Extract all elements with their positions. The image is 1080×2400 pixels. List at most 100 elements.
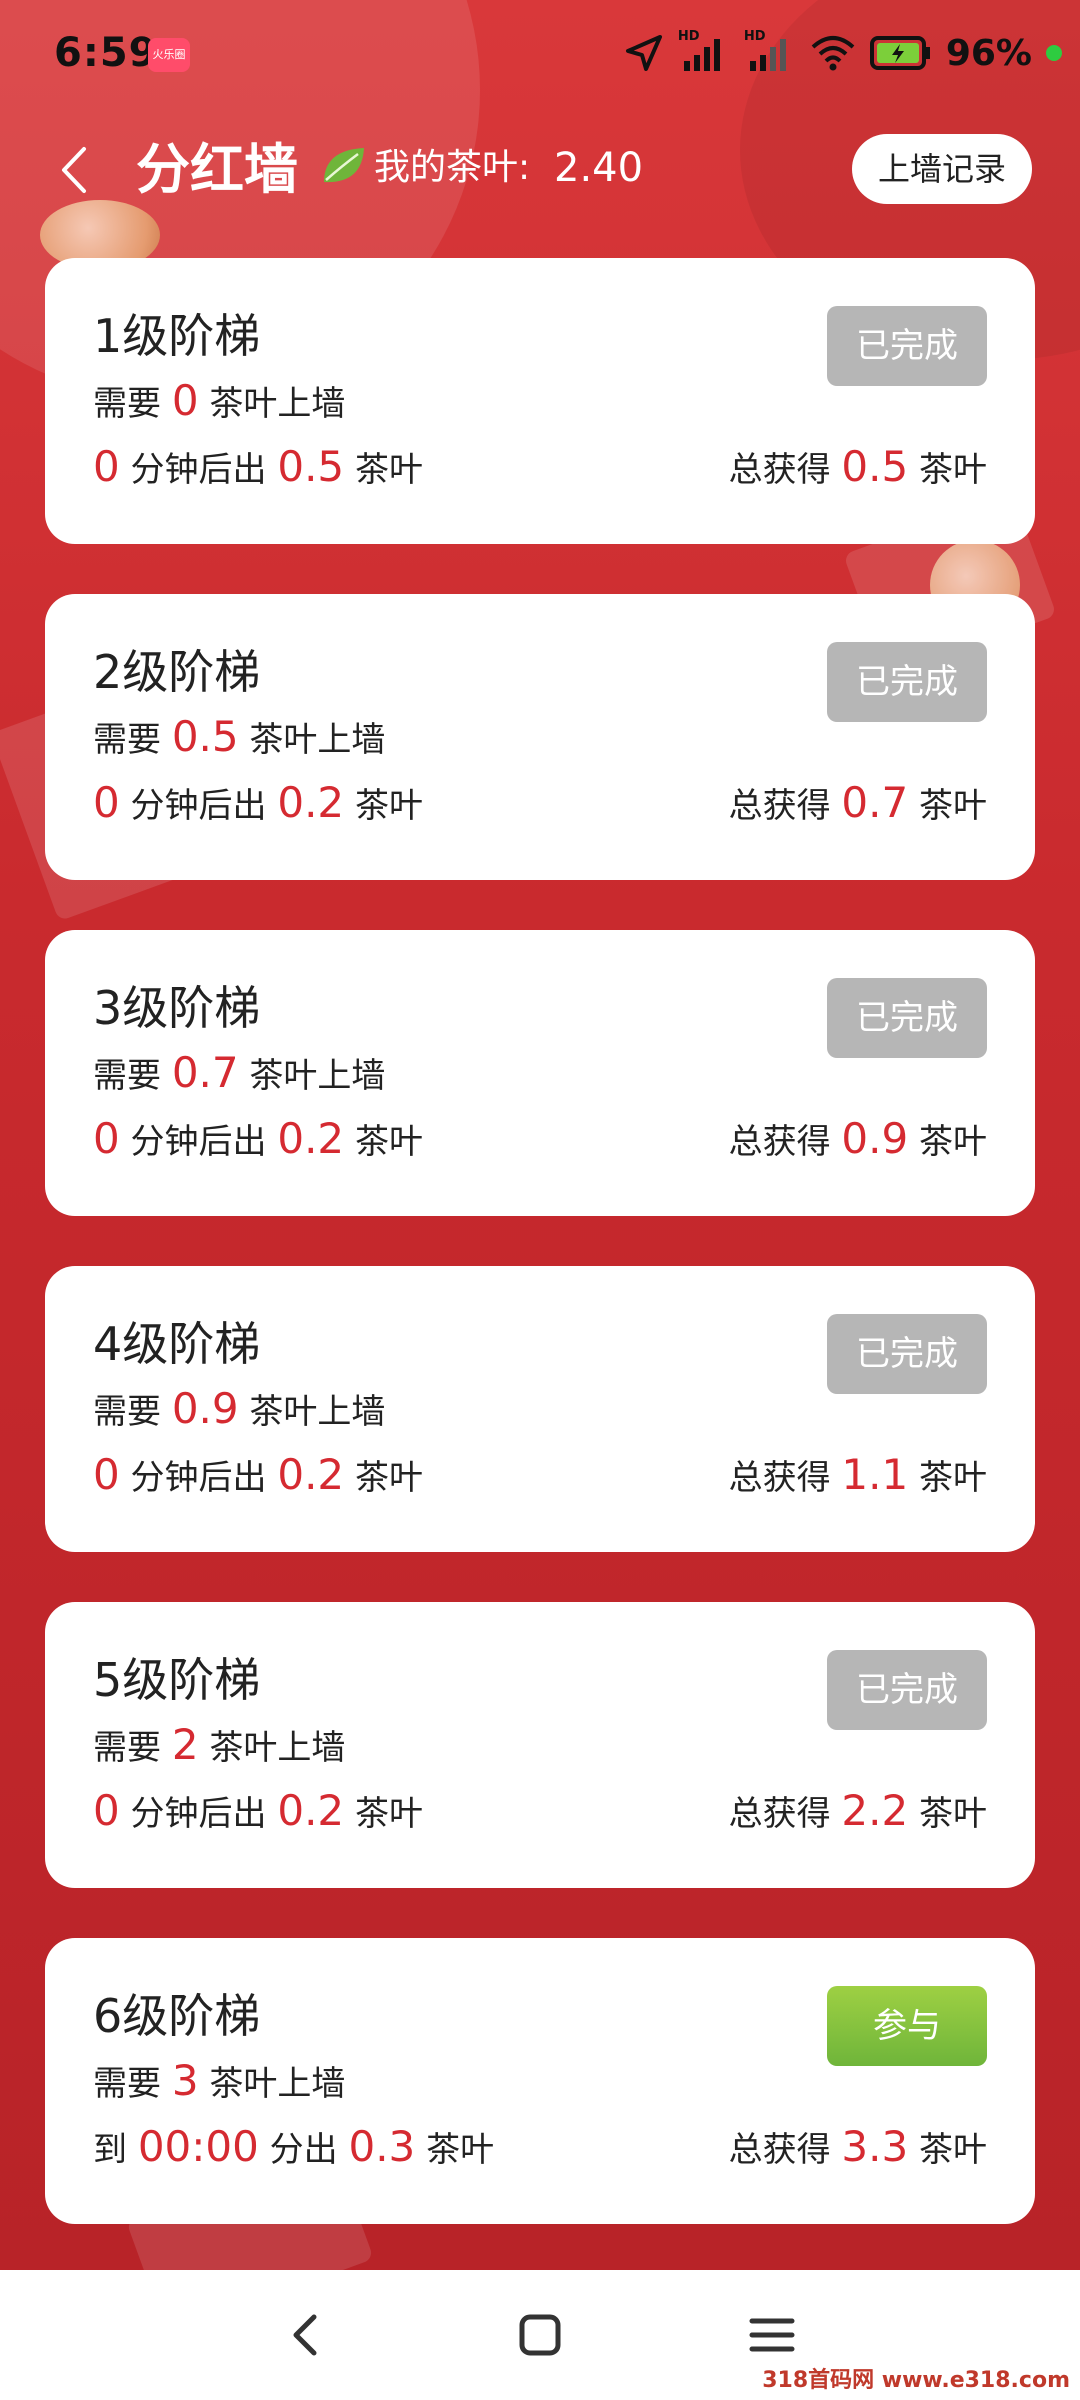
total-value: 0.9 [841,1114,909,1163]
completed-button: 已完成 [827,306,987,386]
watermark-text: 318首码网 www.e318.com [762,2368,1070,2393]
total-line: 总获得 1.1 茶叶 [729,1450,987,1503]
tier-title: 3级阶梯 [93,981,261,1035]
payout-amount: 0.2 [277,778,345,827]
total-value: 0.7 [841,778,909,827]
page-header: 分红墙 我的茶叶: 2.40 上墙记录 [0,120,1080,220]
total-value: 0.5 [841,442,909,491]
payout-mid: 分出 [269,2130,338,2170]
completed-button: 已完成 [827,1314,987,1394]
tier-title: 5级阶梯 [93,1653,261,1707]
requirement-prefix: 需要 [93,1392,161,1432]
total-line: 总获得 3.3 茶叶 [729,2122,987,2175]
completed-button: 已完成 [827,978,987,1058]
requirement-value: 0.5 [171,712,239,761]
tier-card: 5级阶梯 已完成 需要 2 茶叶上墙 0 分钟后出 0.2 茶叶 总获得 2.2 茶叶 [45,1602,1035,1888]
payout-line: 到 00:00 分出 0.3 茶叶 [93,2122,494,2175]
wall-record-button[interactable]: 上墙记录 [852,134,1032,204]
payout-line: 0 分钟后出 0.2 茶叶 [93,1450,423,1503]
requirement-suffix: 茶叶上墙 [249,1392,386,1432]
payout-suffix: 茶叶 [354,1794,423,1834]
total-prefix: 总获得 [728,1458,831,1498]
tier-title: 4级阶梯 [93,1317,261,1371]
status-icons: HD HD 96% [624,29,1062,76]
nav-back-icon[interactable] [266,2295,346,2375]
total-value: 2.2 [841,1786,909,1835]
payout-mid: 分钟后出 [130,1794,267,1834]
payout-line: 0 分钟后出 0.5 茶叶 [93,442,423,495]
status-time: 6:59 [54,30,158,76]
total-prefix: 总获得 [728,1794,831,1834]
payout-line: 0 分钟后出 0.2 茶叶 [93,1114,423,1167]
requirement-line: 需要 0 茶叶上墙 [93,376,345,429]
page-title: 分红墙 [136,138,298,201]
tier-title: 6级阶梯 [93,1989,261,2043]
total-prefix: 总获得 [728,1122,831,1162]
payout-prefix: 到 [93,2130,127,2170]
total-line: 总获得 0.5 茶叶 [729,442,987,495]
navigation-bar: 318首码网 www.e318.com [0,2270,1080,2400]
requirement-value: 0.9 [171,1384,239,1433]
requirement-suffix: 茶叶上墙 [249,720,386,760]
payout-suffix: 茶叶 [354,1122,423,1162]
nav-home-icon[interactable] [500,2295,580,2375]
tier-card: 2级阶梯 已完成需要 0.5 茶叶上墙 0 分钟后出 0.2 茶叶 总获得 0.7 茶… [45,594,1035,880]
tier-card: 4级阶梯 已完成需要 0.9 茶叶上墙 0 分钟后出 0.2 茶叶 总获得 1.1 茶… [45,1266,1035,1552]
total-suffix: 茶叶 [919,1794,987,1834]
requirement-line: 需要 0.9 茶叶上墙 [93,1384,385,1437]
payout-suffix: 茶叶 [426,2130,495,2170]
total-suffix: 茶叶 [919,786,987,826]
requirement-line: 需要 0.5 茶叶上墙 [93,712,385,765]
payout-amount: 0.5 [277,442,345,491]
battery-icon [869,36,930,70]
my-tea-value: 2.40 [554,145,644,191]
payout-amount: 0.2 [277,1114,345,1163]
location-icon [625,35,662,71]
total-prefix: 总获得 [728,2130,831,2170]
wifi-icon [811,36,855,71]
tier-title: 2级阶梯 [93,645,261,699]
my-tea-label: 我的茶叶: [374,147,531,188]
payout-line: 0 分钟后出 0.2 茶叶 [93,778,423,831]
requirement-value: 2 [171,1720,199,1769]
total-value: 3.3 [841,2122,909,2171]
payout-suffix: 茶叶 [354,786,423,826]
join-button[interactable]: 参与 [827,1986,987,2066]
total-prefix: 总获得 [728,450,831,490]
tier-card: 3级阶梯 已完成需要 0.7 茶叶上墙 0 分钟后出 0.2 茶叶 总获得 0.9 茶… [45,930,1035,1216]
requirement-suffix: 茶叶上墙 [209,2064,346,2104]
active-dot-icon [1046,45,1062,61]
payout-time: 0 [93,1450,120,1499]
requirement-line: 需要 2 茶叶上墙 [93,1720,345,1773]
completed-button: 已完成 [827,1650,987,1730]
total-value: 1.1 [841,1450,909,1499]
tier-card: 1级阶梯 已完成需要 0 茶叶上墙 0 分钟后出 0.5 茶叶 总获得 0.5 茶叶 [45,258,1035,544]
total-prefix: 总获得 [728,786,831,826]
requirement-line: 需要 3 茶叶上墙 [93,2056,345,2109]
completed-button: 已完成 [827,642,987,722]
payout-amount: 0.2 [277,1450,345,1499]
app-badge-icon: 火乐圈 [148,38,190,72]
payout-mid: 分钟后出 [130,1122,267,1162]
total-line: 总获得 0.9 茶叶 [729,1114,987,1167]
payout-mid: 分钟后出 [130,786,267,826]
requirement-line: 需要 0.7 茶叶上墙 [93,1048,385,1101]
total-line: 总获得 2.2 茶叶 [729,1786,987,1839]
requirement-suffix: 茶叶上墙 [209,384,346,424]
back-arrow-icon[interactable] [40,135,110,205]
tier-title: 1级阶梯 [93,309,261,363]
payout-mid: 分钟后出 [130,1458,267,1498]
requirement-suffix: 茶叶上墙 [209,1728,346,1768]
tier-card: 6级阶梯 参与需要 3 茶叶上墙到 00:00 分出 0.3 茶叶 总获得 3.3 … [45,1938,1035,2224]
payout-suffix: 茶叶 [354,1458,423,1498]
requirement-value: 0.7 [171,1048,239,1097]
requirement-prefix: 需要 [93,384,161,424]
payout-time: 0 [93,1114,120,1163]
requirement-prefix: 需要 [93,2064,161,2104]
signal-icon: HD [744,29,796,73]
payout-amount: 0.3 [348,2122,416,2171]
payout-time: 0 [93,442,120,491]
requirement-prefix: 需要 [93,1056,161,1096]
status-bar: 6:59 火乐圈 HD HD 96% [0,0,1080,110]
tea-leaf-icon [324,148,364,183]
